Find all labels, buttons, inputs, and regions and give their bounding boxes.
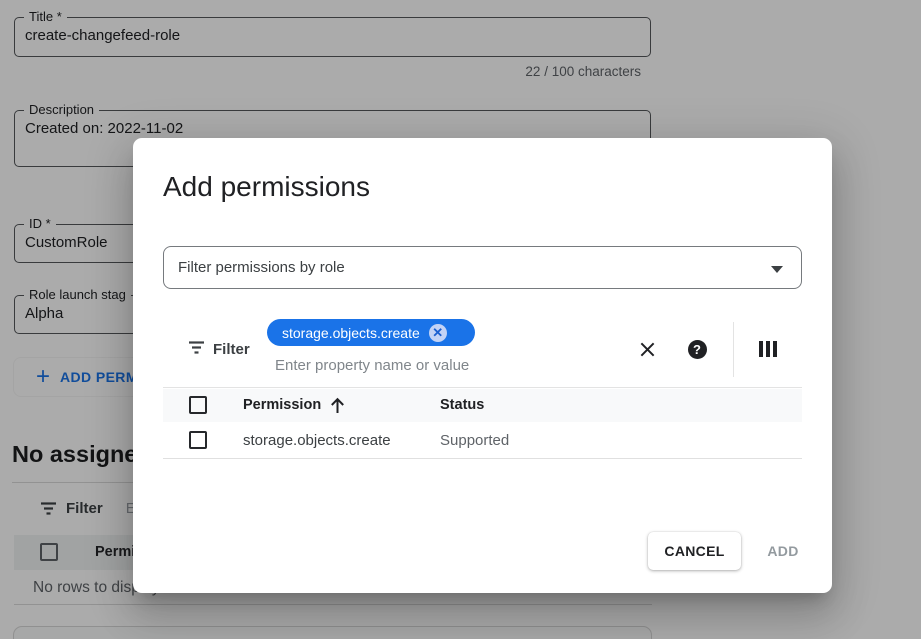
sort-ascending-icon[interactable] xyxy=(329,396,346,415)
permission-table-row[interactable]: storage.objects.create Supported xyxy=(163,422,802,459)
toolbar-divider xyxy=(733,322,734,377)
screen: Title * create-changefeed-role 22 / 100 … xyxy=(0,0,921,639)
add-button[interactable]: ADD xyxy=(752,532,814,570)
dialog-filter-label: Filter xyxy=(213,341,250,358)
cancel-button[interactable]: CANCEL xyxy=(648,532,741,570)
dialog-filter-toolbar: Filter storage.objects.create ✕ ? xyxy=(163,319,802,388)
columns-icon xyxy=(759,341,778,357)
filter-input[interactable] xyxy=(275,357,575,374)
filter-chip[interactable]: storage.objects.create ✕ xyxy=(267,319,475,346)
help-icon: ? xyxy=(688,340,707,359)
permissions-table-header: Permission Status xyxy=(163,389,802,422)
permission-cell: storage.objects.create xyxy=(243,432,391,449)
filter-help-button[interactable]: ? xyxy=(684,336,710,362)
status-cell: Supported xyxy=(440,432,509,449)
filter-icon xyxy=(188,341,205,354)
chevron-down-icon xyxy=(771,266,783,273)
column-display-options-button[interactable] xyxy=(755,336,781,362)
close-icon xyxy=(639,341,656,358)
status-column-header: Status xyxy=(440,397,484,413)
add-permissions-dialog: Add permissions Filter permissions by ro… xyxy=(133,138,832,593)
filter-chip-text: storage.objects.create xyxy=(282,325,420,341)
clear-filters-button[interactable] xyxy=(634,336,660,362)
chip-remove-icon[interactable]: ✕ xyxy=(429,324,447,342)
role-filter-placeholder: Filter permissions by role xyxy=(178,259,345,276)
dialog-title: Add permissions xyxy=(163,171,370,203)
row-checkbox[interactable] xyxy=(189,431,207,449)
select-all-checkbox[interactable] xyxy=(189,396,207,414)
filter-permissions-by-role-dropdown[interactable]: Filter permissions by role xyxy=(163,246,802,289)
permission-column-header[interactable]: Permission xyxy=(243,397,321,413)
